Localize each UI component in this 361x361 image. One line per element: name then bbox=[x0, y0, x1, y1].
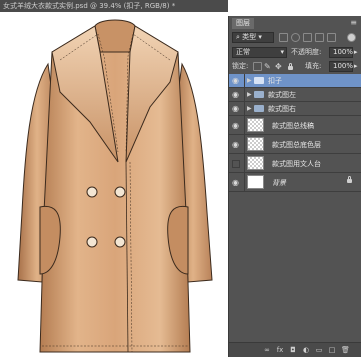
opacity-label: 不透明度: bbox=[291, 48, 322, 56]
folder-icon bbox=[254, 91, 264, 98]
add-mask-icon[interactable]: ◘ bbox=[289, 346, 297, 354]
layer-filter-kind-select[interactable]: ⌕ 类型 ▾ bbox=[232, 32, 274, 43]
lock-transparent-icon[interactable] bbox=[253, 62, 262, 71]
new-group-icon[interactable]: ▭ bbox=[315, 346, 323, 354]
filter-pixel-icon[interactable] bbox=[279, 33, 288, 42]
visibility-eye-icon[interactable]: ◉ bbox=[232, 141, 241, 149]
document-canvas[interactable] bbox=[0, 12, 228, 357]
layer-name: 款式图总线稿 bbox=[272, 122, 314, 130]
fill-label: 填充: bbox=[305, 62, 322, 70]
layer-thumbnail bbox=[247, 175, 264, 189]
lock-image-icon[interactable]: ✎ bbox=[264, 62, 273, 71]
layers-panel: 图层 ≡ ⌕ 类型 ▾ 正常 ▾ 不透明度: 100% ▸ 锁定: ✎ ✥ 填充:… bbox=[228, 16, 361, 357]
filter-shape-icon[interactable] bbox=[315, 33, 324, 42]
visibility-eye-icon[interactable]: ◉ bbox=[232, 91, 241, 99]
layer-row-line-art[interactable]: ◉ 款式图总线稿 bbox=[229, 116, 361, 135]
visibility-off-slot[interactable] bbox=[232, 160, 240, 168]
visibility-eye-icon[interactable]: ◉ bbox=[232, 77, 241, 85]
visibility-eye-icon[interactable]: ◉ bbox=[232, 122, 241, 130]
layer-name: 款式图左 bbox=[268, 91, 296, 99]
lock-position-icon[interactable]: ✥ bbox=[275, 62, 284, 71]
expand-arrow-icon[interactable]: ▶ bbox=[247, 77, 252, 85]
layers-list: ◉ ▶ 扣子 ◉ ▶ 款式图左 ◉ ▶ 款式图右 ◉ 款式图总线稿 ◉ 款式图总… bbox=[229, 74, 361, 192]
filter-type-icon[interactable] bbox=[303, 33, 312, 42]
layer-row-left-group[interactable]: ◉ ▶ 款式图左 bbox=[229, 88, 361, 102]
layer-name: 扣子 bbox=[268, 77, 282, 85]
opacity-input[interactable]: 100% bbox=[329, 47, 353, 58]
visibility-eye-icon[interactable]: ◉ bbox=[232, 179, 241, 187]
layers-panel-footer: ∞ fx ◘ ◐ ▭ □ 🗑 bbox=[229, 342, 361, 357]
filter-kind-label: 类型 bbox=[242, 33, 257, 41]
blend-mode-label: 正常 bbox=[236, 48, 250, 56]
menu-icon[interactable]: ≡ bbox=[350, 18, 357, 28]
lock-icon bbox=[347, 176, 352, 183]
blend-mode-select[interactable]: 正常 ▾ bbox=[232, 47, 287, 58]
layer-thumbnail bbox=[247, 118, 264, 132]
expand-arrow-icon[interactable]: ▶ bbox=[247, 105, 252, 113]
filter-adjustment-icon[interactable] bbox=[291, 33, 300, 42]
opacity-dropdown-icon[interactable]: ▸ bbox=[354, 47, 358, 57]
link-layers-icon[interactable]: ∞ bbox=[263, 346, 271, 354]
coat-illustration bbox=[17, 19, 213, 353]
layer-style-icon[interactable]: fx bbox=[276, 346, 284, 354]
fill-dropdown-icon[interactable]: ▸ bbox=[354, 61, 358, 71]
filter-smart-object-icon[interactable] bbox=[327, 33, 336, 42]
layer-row-mannequin[interactable]: 款式图用文人台 bbox=[229, 154, 361, 173]
layer-name: 款式图右 bbox=[268, 105, 296, 113]
expand-arrow-icon[interactable]: ▶ bbox=[247, 91, 252, 99]
layers-panel-tab[interactable]: 图层 bbox=[232, 18, 254, 29]
visibility-eye-icon[interactable]: ◉ bbox=[232, 105, 241, 113]
new-layer-icon[interactable]: □ bbox=[328, 346, 336, 354]
folder-icon bbox=[254, 105, 264, 112]
layer-thumbnail bbox=[247, 137, 264, 151]
adjustment-layer-icon[interactable]: ◐ bbox=[302, 346, 310, 354]
layer-name: 款式图用文人台 bbox=[272, 160, 321, 168]
fill-input[interactable]: 100% bbox=[329, 61, 353, 72]
lock-all-icon[interactable] bbox=[286, 62, 295, 71]
delete-layer-icon[interactable]: 🗑 bbox=[341, 346, 350, 354]
layer-row-right-group[interactable]: ◉ ▶ 款式图右 bbox=[229, 102, 361, 116]
folder-icon bbox=[254, 77, 264, 84]
layer-name: 款式图总底色层 bbox=[272, 141, 321, 149]
layer-name: 背景 bbox=[272, 179, 286, 187]
lock-label: 锁定: bbox=[232, 62, 249, 70]
filter-toggle-icon[interactable] bbox=[347, 33, 356, 42]
layer-row-background[interactable]: ◉ 背景 bbox=[229, 173, 361, 192]
document-title-tab[interactable]: 女式羊绒大衣款式实例.psd @ 39.4% (扣子, RGB/8) * bbox=[0, 0, 228, 12]
layer-row-base-color[interactable]: ◉ 款式图总底色层 bbox=[229, 135, 361, 154]
layer-thumbnail bbox=[247, 156, 264, 170]
layer-row-buttons-group[interactable]: ◉ ▶ 扣子 bbox=[229, 74, 361, 88]
